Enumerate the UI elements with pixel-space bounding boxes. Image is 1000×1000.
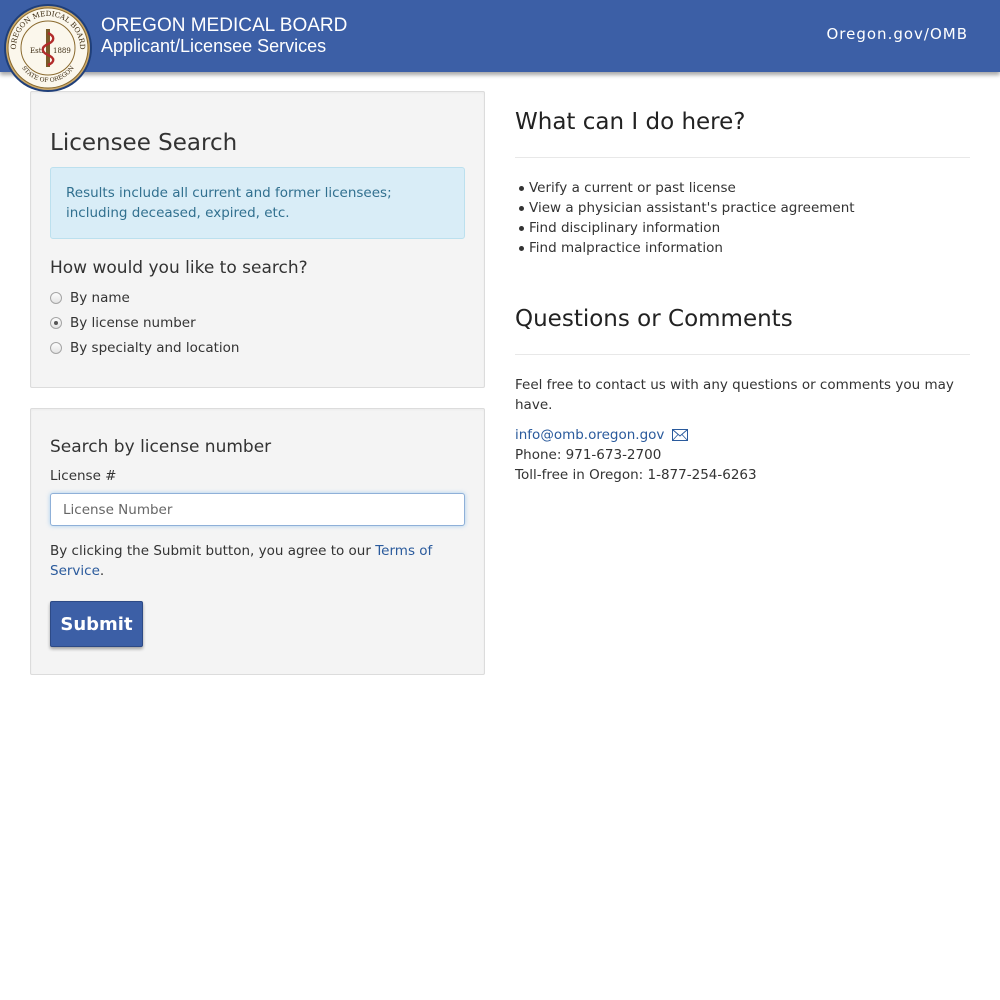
envelope-icon[interactable]: [671, 429, 688, 441]
divider: [515, 354, 970, 355]
terms-suffix: .: [99, 563, 105, 579]
license-number-input[interactable]: [50, 493, 465, 526]
list-item: View a physician assistant's practice ag…: [519, 200, 855, 216]
terms-prefix: By clicking the Submit button, you agree…: [50, 543, 376, 559]
radio-by-name[interactable]: By name: [50, 288, 130, 308]
licensee-search-title: Licensee Search: [50, 130, 238, 156]
brand[interactable]: OREGON MEDICAL BOARD Applicant/Licensee …: [101, 16, 347, 57]
radio-label: By specialty and location: [70, 340, 240, 356]
site-header: OREGON MEDICAL BOARD Applicant/Licensee …: [0, 0, 1000, 72]
list-item: Find malpractice information: [519, 238, 855, 258]
radio-button-selected[interactable]: [50, 317, 62, 329]
list-item: Verify a current or past license: [519, 178, 855, 198]
radio-button[interactable]: [50, 342, 62, 354]
tollfree-number: Toll-free in Oregon: 1-877-254-6263: [515, 467, 757, 483]
oregon-gov-omb-link[interactable]: Oregon.gov/OMB: [826, 25, 968, 43]
contact-intro: Feel free to contact us with any questio…: [515, 377, 954, 413]
divider: [515, 157, 970, 158]
capabilities-list: Verify a current or past license View a …: [519, 178, 855, 258]
seal-est: Est.: [30, 47, 44, 55]
terms-notice: By clicking the Submit button, you agree…: [50, 541, 450, 581]
what-can-i-do-heading: What can I do here?: [515, 109, 746, 135]
license-number-panel: Search by license number License # By cl…: [30, 408, 485, 675]
license-search-title: Search by license number: [50, 437, 272, 457]
board-seal-icon[interactable]: OREGON MEDICAL BOARD STATE OF OREGON Est…: [3, 3, 93, 93]
radio-label: By license number: [70, 315, 196, 331]
submit-button[interactable]: Submit: [50, 601, 143, 647]
results-info-alert: Results include all current and former l…: [50, 167, 465, 239]
radio-by-specialty-location[interactable]: By specialty and location: [50, 338, 239, 358]
licensee-search-panel: Licensee Search Results include all curr…: [30, 91, 485, 388]
contact-info: info@omb.oregon.gov Phone: 971-673-2700 …: [515, 425, 757, 485]
radio-by-license-number[interactable]: By license number: [50, 313, 196, 333]
license-field-label: License #: [50, 468, 117, 484]
brand-title: OREGON MEDICAL BOARD: [101, 15, 348, 36]
radio-button[interactable]: [50, 292, 62, 304]
radio-label: By name: [70, 290, 130, 306]
questions-heading: Questions or Comments: [515, 306, 793, 332]
brand-subtitle: Applicant/Licensee Services: [101, 36, 327, 56]
list-item: Find disciplinary information: [519, 218, 855, 238]
email-link[interactable]: info@omb.oregon.gov: [515, 427, 664, 443]
seal-year: 1889: [53, 47, 71, 55]
phone-number: Phone: 971-673-2700: [515, 447, 662, 463]
search-method-question: How would you like to search?: [50, 258, 308, 278]
